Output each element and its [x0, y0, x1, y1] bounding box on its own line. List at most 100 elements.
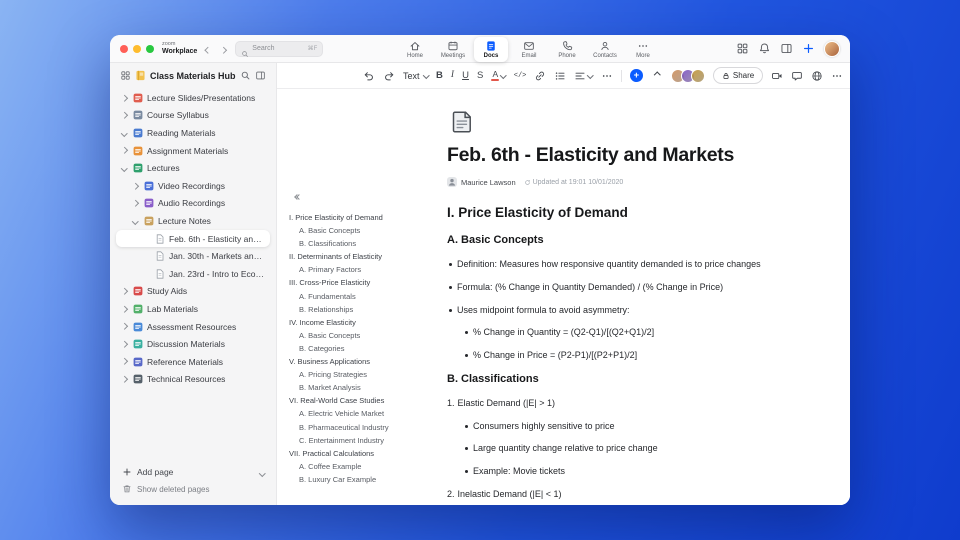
add-page-button[interactable]: Add page [122, 463, 265, 481]
toc-item[interactable]: B. Market Analysis [289, 381, 443, 394]
bullet-item[interactable]: Large quantity change relative to price … [463, 443, 795, 454]
bold-button[interactable]: B [436, 71, 443, 81]
more-options-icon[interactable] [831, 70, 843, 82]
toc-item[interactable]: V. Business Applications [289, 355, 443, 368]
bullet-item[interactable]: Uses midpoint formula to avoid asymmetry… [447, 305, 795, 316]
toc-item[interactable]: A. Electric Vehicle Market [289, 407, 443, 420]
video-icon[interactable] [771, 70, 783, 82]
bullet-item[interactable]: Consumers highly sensitive to price [463, 421, 795, 432]
tree-item[interactable]: Assessment Resources [116, 318, 270, 336]
chevron-right-icon[interactable] [120, 147, 129, 154]
document-icon[interactable] [447, 109, 473, 135]
tree-item[interactable]: Discussion Materials [116, 335, 270, 353]
collaborator-avatar[interactable] [690, 68, 705, 83]
numbered-item[interactable]: 2. Inelastic Demand (|E| < 1) [447, 489, 795, 500]
new-icon[interactable] [802, 42, 815, 55]
tab-docs[interactable]: Docs [474, 36, 508, 62]
toc-item[interactable]: B. Pharmaceutical Industry [289, 421, 443, 434]
bullet-item[interactable]: Formula: (% Change in Quantity Demanded)… [447, 282, 795, 293]
sidebar-search-icon[interactable] [240, 70, 251, 81]
sidebar-panel-icon[interactable] [255, 70, 266, 81]
chevron-right-icon[interactable] [120, 305, 129, 313]
global-search[interactable]: Search ⌘F [235, 40, 324, 57]
notifications-icon[interactable] [758, 42, 771, 55]
code-button[interactable]: </> [514, 72, 527, 80]
tree-item[interactable]: Lecture Slides/Presentations [116, 89, 270, 107]
toc-collapse-icon[interactable] [294, 194, 302, 200]
tree-item[interactable]: Lecture Notes [116, 212, 270, 230]
profile-avatar[interactable] [824, 40, 840, 57]
chevron-right-icon[interactable] [120, 112, 129, 119]
toc-item[interactable]: A. Basic Concepts [289, 224, 443, 237]
add-page-chevron-icon[interactable] [258, 467, 265, 477]
toc-item[interactable]: A. Primary Factors [289, 263, 443, 276]
language-icon[interactable] [811, 70, 823, 82]
apps-icon[interactable] [736, 42, 749, 55]
toc-item[interactable]: C. Entertainment Industry [289, 434, 443, 447]
collapse-toolbar-icon[interactable] [651, 70, 663, 82]
tab-more[interactable]: More [626, 37, 660, 62]
chevron-right-icon[interactable] [131, 182, 140, 189]
zoom-button[interactable] [146, 44, 154, 53]
underline-button[interactable]: U [462, 71, 469, 81]
bullet-item[interactable]: % Change in Quantity = (Q2-Q1)/[(Q2+Q1)/… [463, 327, 795, 338]
tree-item[interactable]: Course Syllabus [116, 107, 270, 125]
font-color-button[interactable]: A [491, 70, 507, 82]
toc-item[interactable]: VI. Real-World Case Studies [289, 394, 443, 407]
strikethrough-button[interactable]: S [477, 71, 483, 81]
tab-email[interactable]: Email [512, 37, 546, 62]
back-button[interactable] [205, 40, 212, 58]
bullet-item[interactable]: Example: Movie tickets [463, 466, 795, 477]
tab-contacts[interactable]: Contacts [588, 37, 622, 62]
workspace-grid-icon[interactable] [120, 70, 131, 81]
toc-item[interactable]: II. Determinants of Elasticity [289, 250, 443, 263]
numbered-item[interactable]: 1. Elastic Demand (|E| > 1) Consumers hig… [447, 398, 795, 478]
page-tree-item[interactable]: Jan. 23rd - Intro to Econo... [116, 265, 270, 283]
forward-button[interactable] [219, 40, 227, 58]
toc-item[interactable]: B. Classifications [289, 237, 443, 250]
tree-item[interactable]: Lectures [116, 159, 270, 177]
tab-meetings[interactable]: Meetings [436, 37, 470, 62]
chevron-right-icon[interactable] [120, 340, 129, 348]
insert-button[interactable]: + [629, 69, 643, 82]
tree-item[interactable]: Lab Materials [116, 300, 270, 318]
toc-item[interactable]: I. Price Elasticity of Demand [289, 211, 443, 224]
chevron-down-icon[interactable] [120, 129, 129, 137]
comment-icon[interactable] [791, 70, 803, 82]
minimize-button[interactable] [133, 44, 141, 53]
toc-item[interactable]: III. Cross-Price Elasticity [289, 276, 443, 289]
tree-item[interactable]: Reading Materials [116, 124, 270, 142]
toc-item[interactable]: B. Relationships [289, 303, 443, 316]
chevron-right-icon[interactable] [120, 94, 129, 101]
section-heading[interactable]: A. Basic Concepts [447, 234, 795, 246]
page-tree-item[interactable]: Jan. 30th - Markets and P... [116, 247, 270, 265]
page-tree-item[interactable]: Feb. 6th - Elasticity and M... [116, 229, 270, 248]
sidebar-toggle-icon[interactable] [780, 42, 793, 55]
toc-item[interactable]: B. Categories [289, 342, 443, 355]
toc-item[interactable]: VII. Practical Calculations [289, 447, 443, 460]
tab-home[interactable]: Home [398, 37, 432, 62]
document-title[interactable]: Feb. 6th - Elasticity and Markets [447, 144, 795, 167]
tree-item[interactable]: Audio Recordings [116, 195, 270, 213]
undo-icon[interactable] [363, 70, 375, 82]
toc-item[interactable]: IV. Income Elasticity [289, 316, 443, 329]
show-deleted-button[interactable]: Show deleted pages [122, 481, 264, 497]
chevron-right-icon[interactable] [120, 288, 129, 295]
tree-item[interactable]: Study Aids [116, 283, 270, 301]
bullet-item[interactable]: % Change in Price = (P2-P1)/[(P2+P1)/2] [463, 350, 795, 361]
italic-button[interactable]: I [451, 70, 454, 81]
toc-item[interactable]: A. Fundamentals [289, 290, 443, 303]
tree-item[interactable]: Video Recordings [116, 177, 270, 195]
bullet-item[interactable]: Definition: Measures how responsive quan… [447, 259, 795, 270]
more-formats-icon[interactable] [601, 70, 613, 82]
tree-item[interactable]: Assignment Materials [116, 142, 270, 160]
text-style-selector[interactable]: Text [403, 71, 429, 81]
redo-icon[interactable] [383, 70, 395, 82]
bullet-list-icon[interactable] [554, 70, 566, 82]
tree-item[interactable]: Technical Resources [116, 371, 270, 389]
share-button[interactable]: Share [712, 67, 764, 84]
content-heading-1[interactable]: I. Price Elasticity of Demand [447, 205, 795, 220]
chevron-right-icon[interactable] [120, 376, 129, 383]
close-button[interactable] [120, 44, 128, 53]
chevron-down-icon[interactable] [120, 164, 129, 172]
